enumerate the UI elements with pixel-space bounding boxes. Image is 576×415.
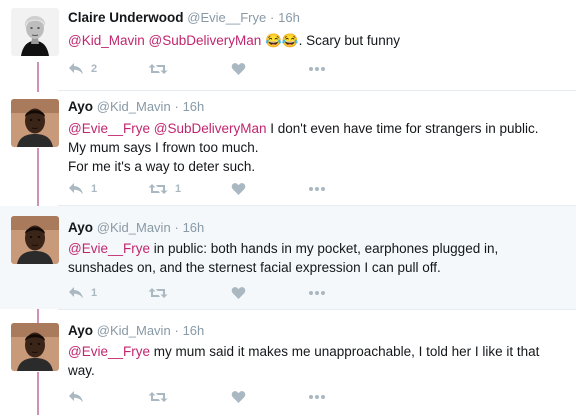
retweet-count: 1	[175, 183, 182, 195]
avatar[interactable]	[11, 8, 59, 56]
separator-dot: ·	[174, 220, 179, 235]
mention-link[interactable]: @Evie__Frye	[68, 241, 150, 256]
tweet-text-line: way.	[68, 363, 95, 378]
reply-button[interactable]: 2	[68, 60, 97, 78]
more-dots-icon	[309, 395, 325, 399]
heart-icon	[231, 183, 246, 195]
reply-button[interactable]: 1	[68, 284, 97, 302]
separator-dot: ·	[174, 323, 179, 338]
reply-button[interactable]: 1	[68, 180, 97, 198]
tweet-text-line: @Evie__Frye @SubDeliveryMan I don't even…	[68, 119, 568, 138]
reply-icon	[69, 183, 83, 195]
tweet[interactable]: Claire Underwood @Evie__Frye · 16h @Kid_…	[0, 0, 576, 90]
tweet-text-line: sunshades on, and the sternest facial ex…	[68, 260, 441, 275]
like-button[interactable]	[231, 284, 246, 302]
timestamp[interactable]: 16h	[183, 323, 205, 338]
retweet-icon	[148, 288, 168, 298]
retweet-button[interactable]	[148, 60, 175, 78]
heart-icon	[231, 63, 246, 75]
more-dots-icon	[309, 67, 325, 71]
tweet-header: Ayo @Kid_Mavin · 16h	[68, 99, 204, 114]
like-button[interactable]	[231, 60, 246, 78]
tweet-header: Claire Underwood @Evie__Frye · 16h	[68, 10, 300, 25]
mention-link[interactable]: @Kid_Mavin	[68, 33, 145, 48]
retweet-button[interactable]: 1	[148, 180, 181, 198]
reply-button[interactable]	[68, 388, 91, 406]
reply-icon	[69, 287, 83, 299]
like-button[interactable]	[231, 180, 246, 198]
reply-icon	[69, 63, 83, 75]
tweet-text-line: For me it's a way to deter such.	[68, 159, 256, 174]
tweet-text: @Evie__Frye @SubDeliveryMan I don't even…	[68, 119, 568, 176]
tweet-text-line: @Evie__Frye in public: both hands in my …	[68, 239, 568, 258]
reply-count: 1	[91, 287, 98, 299]
retweet-button[interactable]	[148, 388, 175, 406]
tweet-text-content: . Scary but funny	[298, 33, 400, 48]
more-button[interactable]	[308, 284, 326, 302]
retweet-icon	[148, 64, 168, 74]
tweet[interactable]: Ayo @Kid_Mavin · 16h @Evie__Frye my mum …	[0, 310, 576, 415]
heart-icon	[231, 287, 246, 299]
retweet-button[interactable]	[148, 284, 175, 302]
separator-dot: ·	[174, 99, 179, 114]
tweet-text-line: My mum says I frown too much.	[68, 140, 259, 155]
man-portrait-avatar-image	[11, 323, 59, 371]
tweet-text-line: @Evie__Frye my mum said it makes me unap…	[68, 342, 568, 361]
avatar[interactable]	[11, 216, 59, 264]
tweet-text: @Kid_Mavin @SubDeliveryMan 😂😂. Scary but…	[68, 31, 568, 50]
avatar[interactable]	[11, 99, 59, 147]
tweet-text-content: in public: both hands in my pocket, earp…	[149, 241, 499, 256]
timestamp[interactable]: 16h	[278, 10, 300, 25]
separator-dot: ·	[270, 10, 275, 25]
tweet-text: @Evie__Frye in public: both hands in my …	[68, 239, 568, 277]
display-name[interactable]: Claire Underwood	[68, 10, 184, 25]
user-handle[interactable]: @Kid_Mavin	[97, 323, 171, 338]
reply-icon	[69, 391, 83, 403]
mention-link[interactable]: @SubDeliveryMan	[149, 33, 262, 48]
more-button[interactable]	[308, 60, 326, 78]
tweet-header: Ayo @Kid_Mavin · 16h	[68, 220, 204, 235]
woman-portrait-avatar-image	[11, 8, 59, 56]
more-button[interactable]	[308, 180, 326, 198]
tweet[interactable]: Ayo @Kid_Mavin · 16h @Evie__Frye @SubDel…	[0, 91, 576, 205]
retweet-icon	[148, 184, 168, 194]
tweet-text-content: my mum said it makes me unapproachable, …	[149, 344, 540, 359]
emoji: 😂😂	[265, 33, 299, 48]
more-button[interactable]	[308, 388, 326, 406]
user-handle[interactable]: @Kid_Mavin	[97, 99, 171, 114]
more-dots-icon	[309, 187, 325, 191]
user-handle[interactable]: @Kid_Mavin	[97, 220, 171, 235]
avatar[interactable]	[11, 323, 59, 371]
reply-count: 2	[91, 63, 98, 75]
mention-link[interactable]: @SubDeliveryMan	[154, 121, 267, 136]
heart-icon	[231, 391, 246, 403]
timestamp[interactable]: 16h	[183, 99, 205, 114]
man-portrait-avatar-image	[11, 99, 59, 147]
display-name[interactable]: Ayo	[68, 323, 93, 338]
mention-link[interactable]: @Evie__Frye	[68, 121, 150, 136]
timestamp[interactable]: 16h	[183, 220, 205, 235]
more-dots-icon	[309, 291, 325, 295]
tweet-text: @Evie__Frye my mum said it makes me unap…	[68, 342, 568, 380]
tweet[interactable]: Ayo @Kid_Mavin · 16h @Evie__Frye in publ…	[0, 206, 576, 309]
display-name[interactable]: Ayo	[68, 220, 93, 235]
man-portrait-avatar-image	[11, 216, 59, 264]
user-handle[interactable]: @Evie__Frye	[187, 10, 266, 25]
tweet-text-content: I don't even have time for strangers in …	[270, 121, 539, 136]
display-name[interactable]: Ayo	[68, 99, 93, 114]
tweet-header: Ayo @Kid_Mavin · 16h	[68, 323, 204, 338]
like-button[interactable]	[231, 388, 246, 406]
retweet-icon	[148, 392, 168, 402]
mention-link[interactable]: @Evie__Frye	[68, 344, 150, 359]
reply-count: 1	[91, 183, 98, 195]
